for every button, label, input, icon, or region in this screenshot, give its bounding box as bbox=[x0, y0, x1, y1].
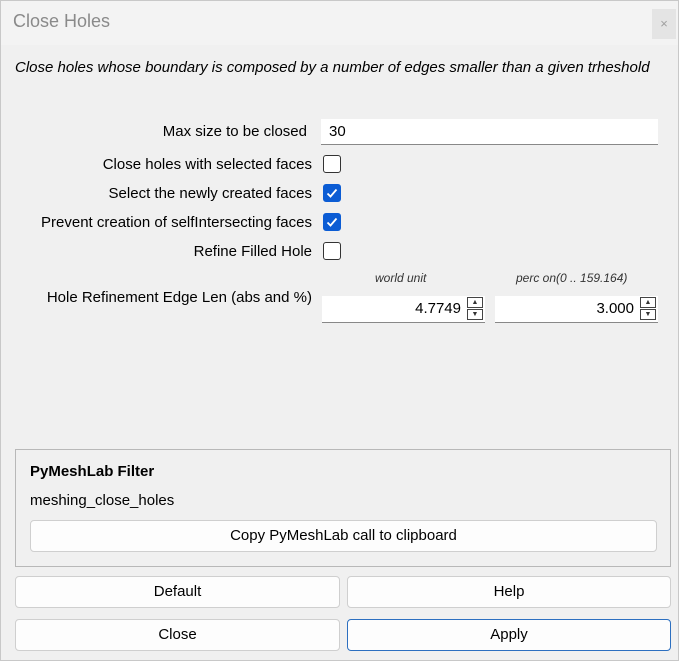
edge-len-label: Hole Refinement Edge Len (abs and %) bbox=[46, 289, 312, 306]
title-bar: Close Holes × bbox=[1, 1, 678, 45]
spin-down-icon[interactable]: ▼ bbox=[467, 309, 483, 320]
world-unit-caption: world unit bbox=[375, 271, 427, 285]
prevent-self-checkbox[interactable] bbox=[323, 213, 341, 231]
pymeshlab-title: PyMeshLab Filter bbox=[30, 463, 155, 480]
close-holes-dialog: Close Holes × Close holes whose boundary… bbox=[0, 0, 679, 661]
max-size-input[interactable] bbox=[321, 119, 658, 145]
copy-pymeshlab-button[interactable]: Copy PyMeshLab call to clipboard bbox=[30, 520, 657, 552]
perc-edge-len-value: 3.000 bbox=[596, 300, 634, 317]
prevent-self-label: Prevent creation of selfIntersecting fac… bbox=[41, 214, 312, 231]
select-new-checkbox[interactable] bbox=[323, 184, 341, 202]
close-icon[interactable]: × bbox=[652, 9, 676, 39]
help-button[interactable]: Help bbox=[347, 576, 671, 608]
spin-down-icon[interactable]: ▼ bbox=[640, 309, 656, 320]
checkmark-icon bbox=[326, 188, 338, 198]
close-selected-label: Close holes with selected faces bbox=[102, 156, 312, 173]
pymeshlab-group: PyMeshLab Filter meshing_close_holes Cop… bbox=[15, 449, 671, 567]
abs-edge-len-spinbox[interactable]: 4.7749 ▲ ▼ bbox=[322, 296, 485, 323]
abs-spin-arrows: ▲ ▼ bbox=[467, 297, 483, 321]
refine-label: Refine Filled Hole bbox=[193, 243, 312, 260]
pymeshlab-function-name: meshing_close_holes bbox=[30, 492, 175, 509]
close-selected-checkbox[interactable] bbox=[323, 155, 341, 173]
abs-edge-len-value: 4.7749 bbox=[415, 300, 461, 317]
select-new-label: Select the newly created faces bbox=[108, 185, 312, 202]
checkmark-icon bbox=[326, 217, 338, 227]
perc-edge-len-spinbox[interactable]: 3.000 ▲ ▼ bbox=[495, 296, 658, 323]
window-title: Close Holes bbox=[13, 11, 111, 31]
perc-spin-arrows: ▲ ▼ bbox=[640, 297, 656, 321]
default-button[interactable]: Default bbox=[15, 576, 340, 608]
perc-caption: perc on(0 .. 159.164) bbox=[516, 271, 628, 285]
spin-up-icon[interactable]: ▲ bbox=[640, 297, 656, 308]
refine-checkbox[interactable] bbox=[323, 242, 341, 260]
spin-up-icon[interactable]: ▲ bbox=[467, 297, 483, 308]
close-button[interactable]: Close bbox=[15, 619, 340, 651]
apply-button[interactable]: Apply bbox=[347, 619, 671, 651]
filter-description: Close holes whose boundary is composed b… bbox=[15, 59, 650, 76]
max-size-label: Max size to be closed bbox=[162, 123, 307, 140]
